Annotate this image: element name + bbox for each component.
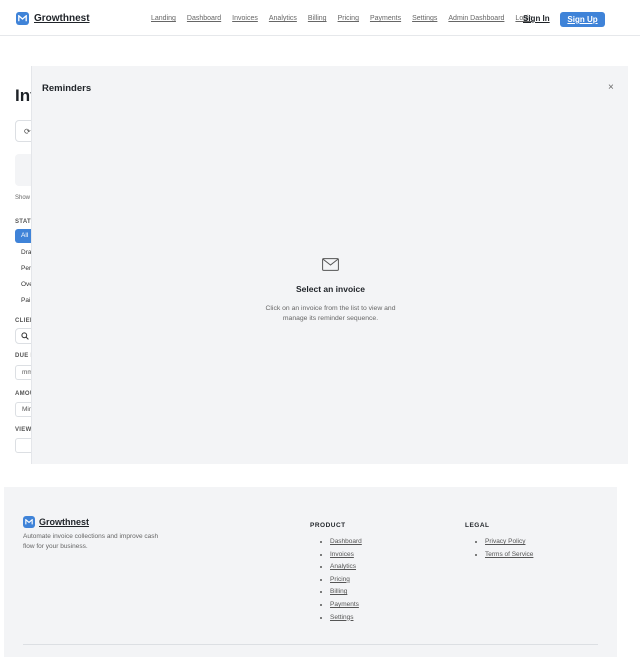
nav-link-settings[interactable]: Settings (412, 15, 437, 22)
logo-icon (23, 516, 35, 528)
footer-link-analytics[interactable]: Analytics (330, 563, 356, 570)
nav-link-billing[interactable]: Billing (308, 15, 327, 22)
mail-icon (322, 258, 339, 271)
footer-legal-links: Privacy Policy Terms of Service (485, 538, 533, 563)
nav-link-analytics[interactable]: Analytics (269, 15, 297, 22)
footer-legal-heading: LEGAL (465, 522, 490, 529)
footer-link-payments[interactable]: Payments (330, 601, 359, 608)
footer-brand-name: Growthnest (39, 517, 90, 527)
logo-icon (16, 12, 29, 25)
status-filter-draft[interactable]: Dra (21, 249, 31, 256)
list-item: Payments (330, 601, 362, 614)
footer-link-terms[interactable]: Terms of Service (485, 551, 533, 558)
footer-product-heading: PRODUCT (310, 522, 346, 529)
nav-link-invoices[interactable]: Invoices (232, 15, 258, 22)
brand-logo[interactable]: Growthnest (16, 12, 90, 25)
showing-count: Show (15, 195, 31, 201)
sign-in-link[interactable]: Sign In (523, 14, 550, 23)
nav-link-dashboard[interactable]: Dashboard (187, 15, 221, 22)
list-item: Settings (330, 614, 362, 627)
view-label: VIEW (15, 427, 32, 433)
brand-name: Growthnest (34, 13, 90, 24)
footer-link-billing[interactable]: Billing (330, 588, 347, 595)
nav-link-landing[interactable]: Landing (151, 15, 176, 22)
list-item: Invoices (330, 551, 362, 564)
main-nav: Landing Dashboard Invoices Analytics Bil… (151, 15, 533, 22)
nav-link-pricing[interactable]: Pricing (338, 15, 359, 22)
footer-product-links: Dashboard Invoices Analytics Pricing Bil… (330, 538, 362, 626)
list-item: Privacy Policy (485, 538, 533, 551)
list-item: Dashboard (330, 538, 362, 551)
list-item: Analytics (330, 563, 362, 576)
footer-link-dashboard[interactable]: Dashboard (330, 538, 362, 545)
footer-link-invoices[interactable]: Invoices (330, 551, 354, 558)
status-filter-paid[interactable]: Pai (21, 297, 30, 304)
search-icon (21, 332, 29, 340)
close-icon[interactable]: × (608, 82, 614, 93)
top-navbar: Growthnest Landing Dashboard Invoices An… (0, 0, 640, 36)
footer-tagline: Automate invoice collections and improve… (23, 533, 159, 550)
site-footer: Growthnest Automate invoice collections … (4, 487, 617, 657)
nav-link-payments[interactable]: Payments (370, 15, 401, 22)
sign-up-button[interactable]: Sign Up (560, 12, 605, 27)
empty-state-description: Click on an invoice from the list to vie… (265, 305, 396, 322)
footer-divider (23, 644, 598, 645)
list-item: Terms of Service (485, 551, 533, 564)
nav-link-admin-dashboard[interactable]: Admin Dashboard (448, 15, 504, 22)
footer-link-settings[interactable]: Settings (330, 614, 354, 621)
empty-state-title: Select an invoice (296, 284, 365, 294)
list-item: Pricing (330, 576, 362, 589)
footer-link-pricing[interactable]: Pricing (330, 576, 350, 583)
list-item: Billing (330, 588, 362, 601)
modal-title: Reminders (42, 83, 92, 94)
footer-link-privacy[interactable]: Privacy Policy (485, 538, 525, 545)
footer-brand[interactable]: Growthnest (23, 516, 89, 528)
reminders-modal: Reminders × Select an invoice Click on a… (31, 66, 628, 464)
